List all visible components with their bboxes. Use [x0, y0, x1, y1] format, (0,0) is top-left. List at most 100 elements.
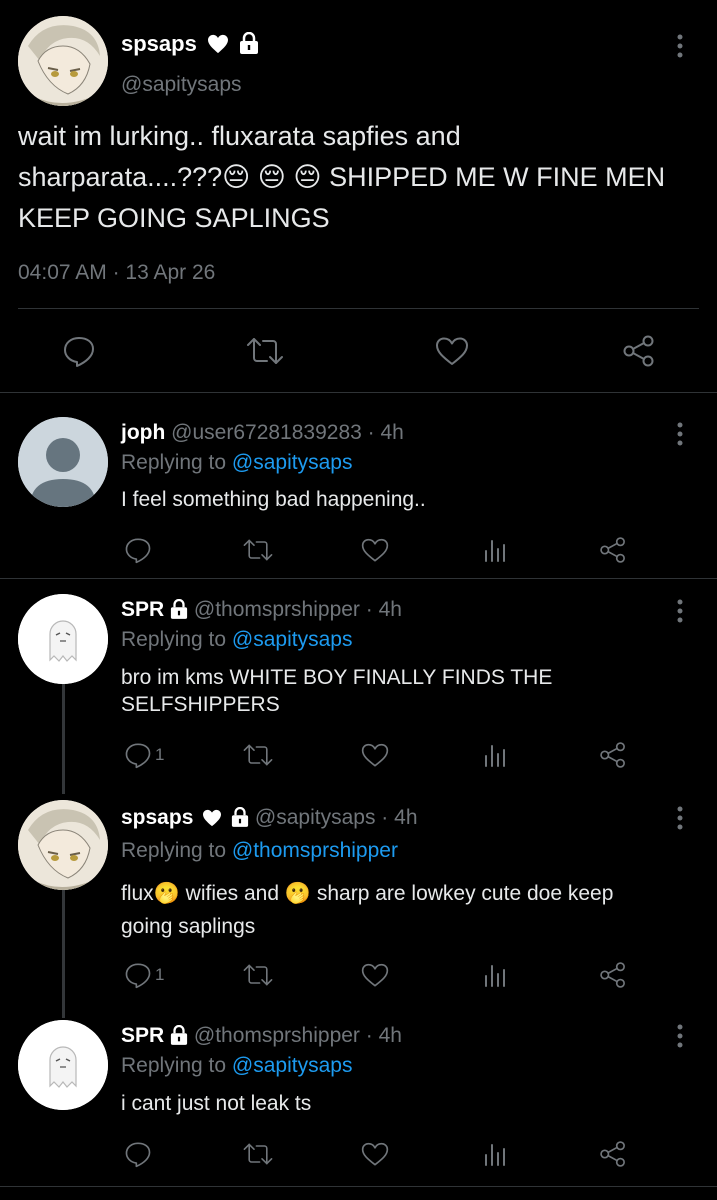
more-icon[interactable] — [670, 421, 690, 447]
replying-prefix: Replying to — [121, 1054, 227, 1077]
reply-age: 4h — [378, 598, 402, 621]
white-heart-icon — [207, 34, 228, 54]
reply-header: SPR @thomsprshipper · 4h — [121, 1024, 402, 1048]
retweet-icon[interactable] — [245, 336, 285, 366]
anime-avatar-image — [18, 800, 108, 890]
replying-prefix: Replying to — [121, 628, 227, 651]
avatar[interactable] — [18, 16, 108, 106]
reply-text-line: bro im kms WHITE BOY FINALLY FINDS THE — [121, 666, 553, 689]
more-icon[interactable] — [670, 1023, 690, 1049]
display-name[interactable]: SPR — [121, 598, 164, 621]
heart-icon[interactable] — [361, 742, 389, 768]
display-name[interactable]: spsaps — [121, 31, 197, 56]
lock-icon — [170, 599, 188, 619]
ghost-avatar-image — [18, 1020, 108, 1110]
share-icon[interactable] — [621, 334, 657, 368]
replying-to-line: Replying to @sapitysaps — [121, 451, 352, 475]
white-heart-icon — [203, 809, 222, 827]
reply-header: joph @user67281839283 · 4h — [121, 421, 404, 445]
share-icon[interactable] — [598, 961, 628, 989]
divider — [18, 308, 699, 309]
retweet-icon[interactable] — [242, 537, 274, 563]
reply-icon[interactable] — [124, 536, 152, 564]
avatar[interactable] — [18, 800, 108, 890]
handle[interactable]: @sapitysaps — [255, 806, 376, 829]
tweet-timestamp[interactable]: 04:07 AM · 13 Apr 26 — [18, 261, 215, 285]
more-icon[interactable] — [670, 805, 690, 831]
tweet-text-line: KEEP GOING SAPLINGS — [18, 203, 330, 233]
reply-text-line: flux🫢 wifies and 🫢 sharp are lowkey cute… — [121, 882, 614, 905]
ghost-avatar-image — [18, 594, 108, 684]
replying-to-link[interactable]: @sapitysaps — [232, 451, 353, 474]
replying-to-link[interactable]: @sapitysaps — [232, 628, 353, 651]
replying-prefix: Replying to — [121, 451, 227, 474]
date: 13 Apr 26 — [125, 261, 216, 284]
divider — [0, 392, 717, 393]
retweet-icon[interactable] — [242, 1141, 274, 1167]
handle[interactable]: @sapitysaps — [121, 73, 242, 97]
retweet-icon[interactable] — [242, 742, 274, 768]
retweet-icon[interactable] — [242, 962, 274, 988]
separator-dot: · — [381, 806, 389, 829]
thread-line — [62, 890, 65, 1018]
reply-icon[interactable] — [124, 961, 152, 989]
heart-icon[interactable] — [361, 537, 389, 563]
reply-text-line: going saplings — [121, 915, 256, 938]
views-icon[interactable] — [482, 962, 508, 988]
heart-icon[interactable] — [435, 336, 469, 366]
reply-age: 4h — [394, 806, 418, 829]
reply-count: 1 — [155, 965, 165, 984]
share-icon[interactable] — [598, 741, 628, 769]
divider — [0, 578, 717, 579]
replying-to-line: Replying to @thomsprshipper — [121, 839, 398, 863]
share-icon[interactable] — [598, 536, 628, 564]
replying-prefix: Replying to — [121, 839, 227, 862]
more-icon[interactable] — [670, 598, 690, 624]
reply-count: 1 — [155, 745, 165, 764]
reply-header: SPR @thomsprshipper · 4h — [121, 598, 402, 622]
views-icon[interactable] — [482, 742, 508, 768]
lock-icon — [231, 807, 249, 827]
more-icon[interactable] — [670, 32, 690, 60]
display-name[interactable]: joph — [121, 421, 165, 444]
replying-to-link[interactable]: @sapitysaps — [232, 1054, 353, 1077]
views-icon[interactable] — [482, 537, 508, 563]
tweet-text-line: sharparata....???😔 😔 😔 SHIPPED ME W FINE… — [18, 162, 666, 192]
tweet-text-line: wait im lurking.. fluxarata sapfies and — [18, 121, 461, 151]
replying-to-line: Replying to @sapitysaps — [121, 628, 352, 652]
lock-icon — [240, 32, 259, 54]
handle[interactable]: @thomsprshipper — [194, 598, 360, 621]
lock-icon — [170, 1025, 188, 1045]
reply-icon[interactable] — [62, 335, 96, 367]
share-icon[interactable] — [598, 1140, 628, 1168]
time: 04:07 AM — [18, 261, 107, 284]
display-name[interactable]: spsaps — [121, 806, 193, 829]
reply-icon[interactable] — [124, 1140, 152, 1168]
divider — [0, 1186, 717, 1187]
handle[interactable]: @user67281839283 — [171, 421, 362, 444]
default-avatar-icon — [18, 417, 108, 507]
separator-dot: · — [367, 421, 375, 444]
replying-to-line: Replying to @sapitysaps — [121, 1054, 352, 1078]
display-name[interactable]: SPR — [121, 1024, 164, 1047]
avatar[interactable] — [18, 594, 108, 684]
reply-text-line: SELFSHIPPERS — [121, 693, 280, 716]
reply-age: 4h — [380, 421, 404, 444]
reply-age: 4h — [378, 1024, 402, 1047]
reply-icon[interactable] — [124, 741, 152, 769]
replying-to-link[interactable]: @thomsprshipper — [232, 839, 398, 862]
views-icon[interactable] — [482, 1141, 508, 1167]
heart-icon[interactable] — [361, 962, 389, 988]
reply-text-line: I feel something bad happening.. — [121, 488, 426, 511]
anime-avatar-image — [18, 16, 108, 106]
reply-header: spsaps @sapitysaps · 4h — [121, 806, 418, 830]
separator-dot: · — [365, 598, 373, 621]
thread-line — [62, 684, 65, 794]
avatar[interactable] — [18, 417, 108, 507]
heart-icon[interactable] — [361, 1141, 389, 1167]
author-name-row[interactable]: spsaps — [121, 31, 259, 57]
avatar[interactable] — [18, 1020, 108, 1110]
separator-dot: · — [112, 261, 120, 284]
reply-text-line: i cant just not leak ts — [121, 1092, 312, 1115]
handle[interactable]: @thomsprshipper — [194, 1024, 360, 1047]
